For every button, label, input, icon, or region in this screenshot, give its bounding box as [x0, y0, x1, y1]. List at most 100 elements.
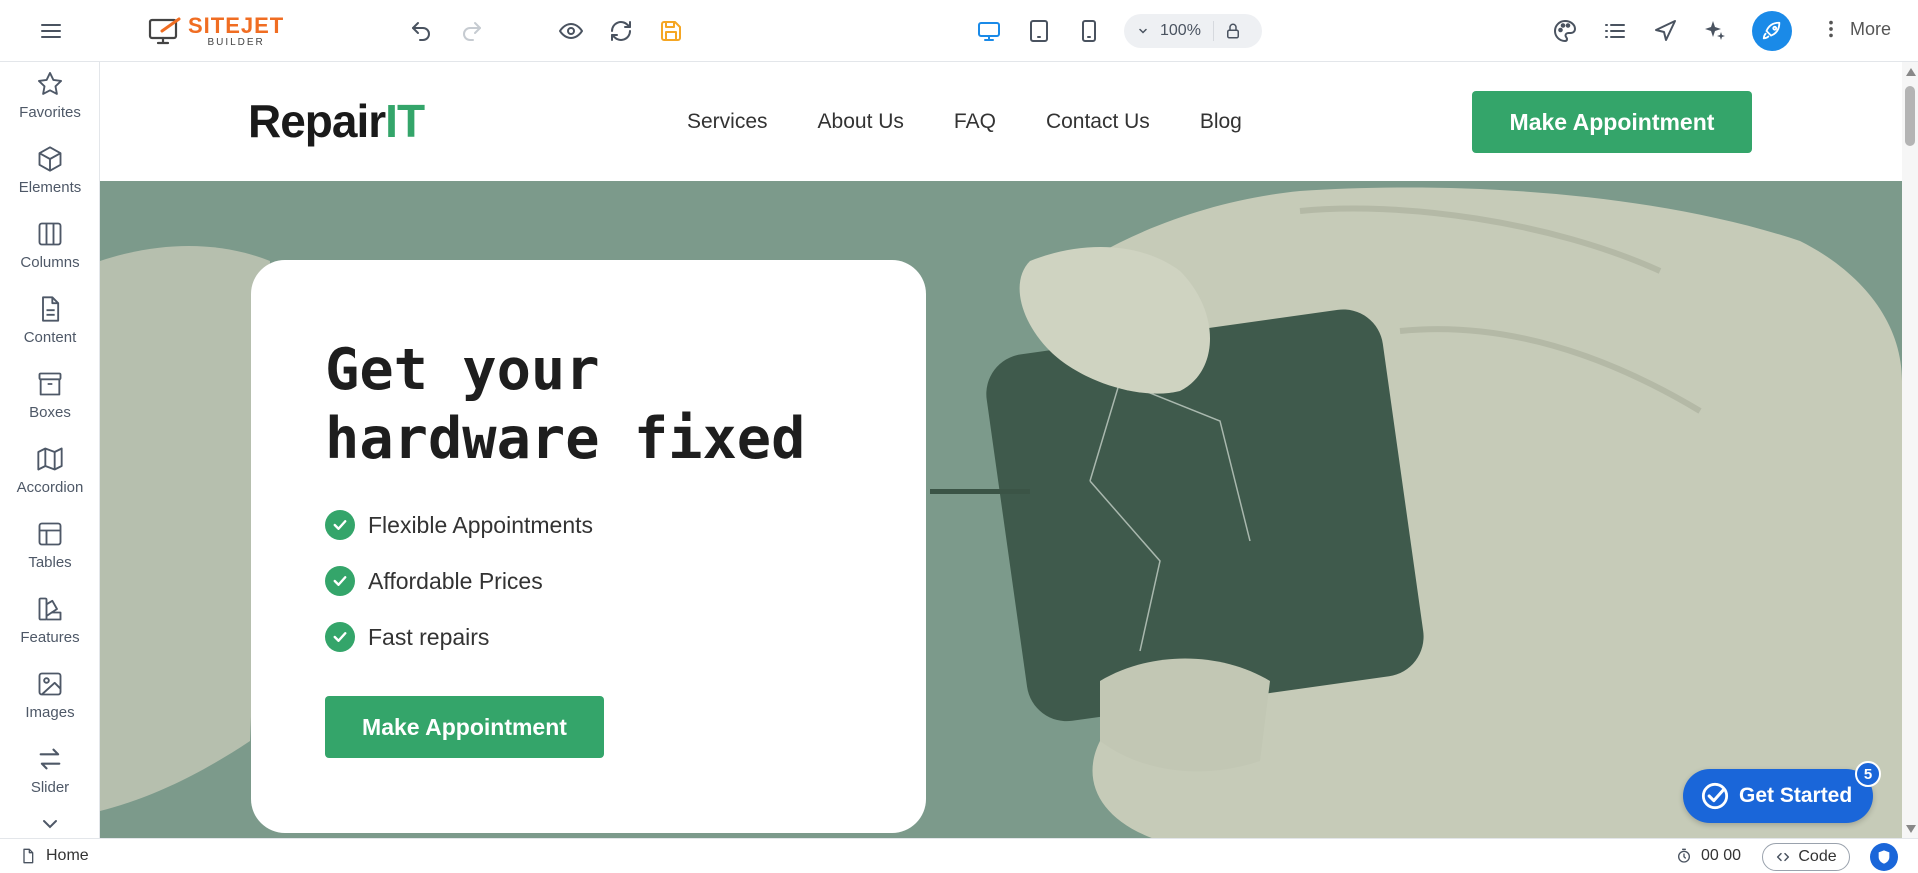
- cube-icon: [38, 146, 62, 172]
- page-canvas[interactable]: RepairIT Services About Us FAQ Contact U…: [100, 62, 1902, 838]
- undo-icon[interactable]: [403, 13, 439, 49]
- hero-card[interactable]: Get your hardware fixed Flexible Appoint…: [251, 260, 926, 833]
- tablet-icon[interactable]: [1021, 13, 1057, 49]
- sidebar-item-features[interactable]: Features: [0, 587, 100, 657]
- sidebar-item-tables[interactable]: Tables: [0, 512, 100, 582]
- hero-title[interactable]: Get your hardware fixed: [325, 336, 885, 474]
- chevron-down-icon[interactable]: [1130, 25, 1156, 37]
- sparkle-icon[interactable]: [1697, 13, 1733, 49]
- header-appointment-button[interactable]: Make Appointment: [1472, 91, 1752, 153]
- arrows-swap-icon: [39, 748, 61, 770]
- nav-link-contact[interactable]: Contact Us: [1046, 110, 1150, 134]
- star-icon: [37, 71, 63, 95]
- sidebar-item-accordion[interactable]: Accordion: [0, 437, 100, 507]
- hero-appointment-button[interactable]: Make Appointment: [325, 696, 604, 758]
- palette-icon[interactable]: [1547, 13, 1583, 49]
- document-icon: [42, 296, 60, 322]
- sidebar-item-label: Content: [23, 329, 77, 346]
- sidebar-item-label: Boxes: [29, 404, 71, 421]
- check-circle-icon: [325, 566, 355, 596]
- zoom-control[interactable]: 100%: [1124, 14, 1262, 48]
- list-icon[interactable]: [1597, 13, 1633, 49]
- get-started-label: Get Started: [1739, 784, 1853, 807]
- refresh-icon[interactable]: [603, 13, 639, 49]
- rocket-icon[interactable]: [1752, 11, 1792, 51]
- time-tracker[interactable]: 00 00: [1676, 847, 1741, 865]
- site-logo-accent: IT: [385, 95, 425, 147]
- shield-icon[interactable]: [1870, 843, 1898, 871]
- page-name: Home: [46, 847, 89, 864]
- notification-badge: 5: [1855, 761, 1881, 787]
- site-logo[interactable]: RepairIT: [248, 94, 425, 148]
- more-label: More: [1850, 18, 1892, 39]
- sidebar-item-columns[interactable]: Columns: [0, 212, 100, 282]
- scroll-down-arrow[interactable]: [1906, 825, 1916, 833]
- sidebar-item-label: Tables: [28, 554, 72, 571]
- check-circle-icon: [325, 622, 355, 652]
- stopwatch-icon: [1678, 848, 1690, 863]
- lock-icon[interactable]: [1224, 22, 1242, 40]
- zoom-divider: [1212, 21, 1214, 41]
- site-header[interactable]: RepairIT Services About Us FAQ Contact U…: [100, 62, 1902, 181]
- feature-item[interactable]: Affordable Prices: [325, 566, 543, 596]
- monitor-logo-icon: [148, 17, 181, 44]
- sidebar-item-favorites[interactable]: Favorites: [0, 62, 100, 132]
- hero-section[interactable]: Get your hardware fixed Flexible Appoint…: [100, 181, 1902, 838]
- check-circle-icon: [325, 510, 355, 540]
- columns-icon: [38, 222, 62, 246]
- hero-title-line1: Get your: [325, 337, 600, 403]
- navigation-icon[interactable]: [1647, 13, 1683, 49]
- kebab-icon: [1829, 20, 1833, 38]
- feature-item[interactable]: Fast repairs: [325, 622, 489, 652]
- scroll-up-arrow[interactable]: [1906, 68, 1916, 76]
- nav-link-services[interactable]: Services: [687, 110, 768, 134]
- canvas-scrollbar[interactable]: [1902, 62, 1918, 838]
- sidebar-item-label: Favorites: [19, 104, 81, 121]
- timer-value: 00 00: [1701, 847, 1742, 864]
- sidebar-item-label: Slider: [30, 779, 70, 796]
- brand-sub: BUILDER: [207, 37, 265, 48]
- redo-icon[interactable]: [454, 13, 490, 49]
- page-selector[interactable]: Home: [20, 847, 89, 865]
- code-label: Code: [1798, 848, 1837, 865]
- image-icon: [38, 672, 62, 696]
- sitejet-logo[interactable]: SITEJET BUILDER: [148, 15, 284, 48]
- zoom-level: 100%: [1160, 22, 1201, 39]
- nav-link-faq[interactable]: FAQ: [954, 110, 996, 134]
- hero-title-line2: hardware fixed: [325, 406, 806, 472]
- sidebar-item-content[interactable]: Content: [0, 287, 100, 357]
- site-nav: Services About Us FAQ Contact Us Blog: [687, 110, 1292, 134]
- sidebar-item-elements[interactable]: Elements: [0, 137, 100, 207]
- brand-name: SITEJET: [188, 13, 285, 38]
- sidebar-item-label: Columns: [20, 254, 80, 271]
- sidebar-item-images[interactable]: Images: [0, 662, 100, 732]
- desktop-icon[interactable]: [971, 13, 1007, 49]
- save-icon[interactable]: [653, 13, 689, 49]
- more-menu[interactable]: More: [1820, 18, 1891, 40]
- sidebar-item-label: Images: [25, 704, 75, 721]
- nav-link-blog[interactable]: Blog: [1200, 110, 1242, 134]
- bottom-status-bar: Home 00 00 Code: [0, 838, 1918, 873]
- sidebar-item-label: Elements: [18, 179, 82, 196]
- hamburger-icon[interactable]: [33, 13, 69, 49]
- site-logo-main: Repair: [248, 95, 386, 147]
- mobile-icon[interactable]: [1071, 13, 1107, 49]
- code-button[interactable]: Code: [1762, 843, 1850, 871]
- scroll-thumb[interactable]: [1905, 86, 1915, 146]
- code-icon: [1777, 852, 1790, 862]
- page-icon: [23, 848, 34, 864]
- feature-text: Fast repairs: [368, 623, 490, 650]
- sidebar-item-slider[interactable]: Slider: [0, 737, 100, 807]
- sidebar-item-label: Features: [20, 629, 80, 646]
- eye-icon[interactable]: [553, 13, 589, 49]
- nav-link-about[interactable]: About Us: [818, 110, 904, 134]
- element-sidebar: Favorites Elements Columns Content Boxes…: [0, 62, 100, 838]
- get-started-button[interactable]: Get Started: [1683, 769, 1873, 823]
- feature-text: Affordable Prices: [368, 567, 543, 594]
- feature-item[interactable]: Flexible Appointments: [325, 510, 593, 540]
- check-badge-icon: [1701, 782, 1729, 810]
- chevron-down-icon[interactable]: [38, 814, 62, 834]
- swatches-icon: [38, 597, 62, 621]
- top-toolbar: SITEJET BUILDER 100% More: [0, 0, 1918, 62]
- sidebar-item-boxes[interactable]: Boxes: [0, 362, 100, 432]
